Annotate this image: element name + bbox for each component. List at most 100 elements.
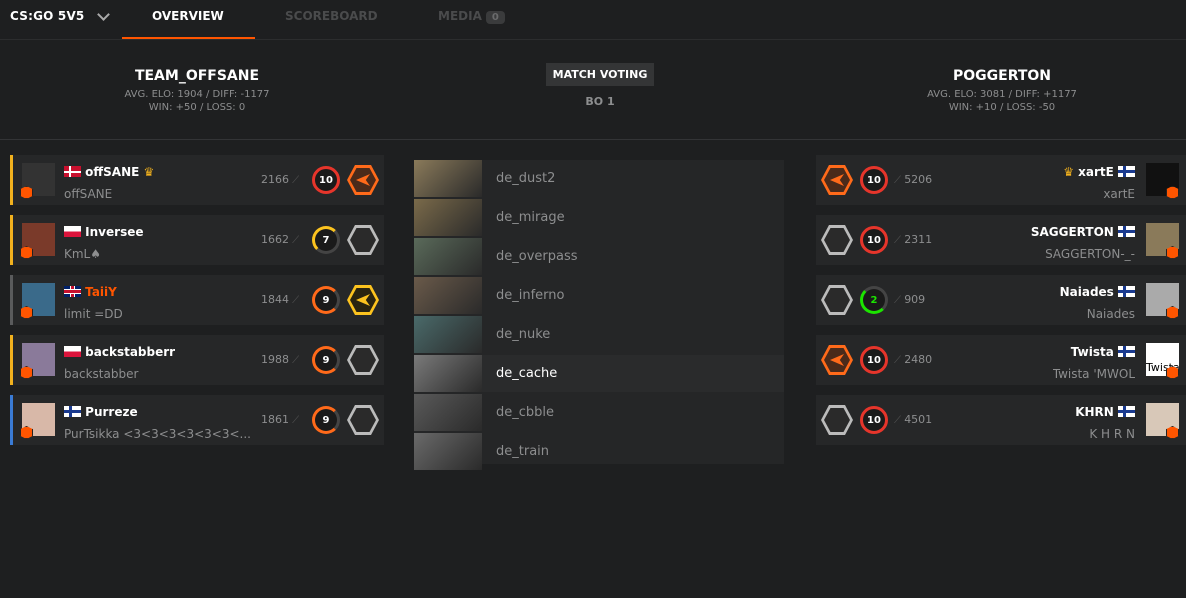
player-card-left[interactable]: Inversee KmL♠ 1662 ⟋ 7 bbox=[10, 215, 384, 265]
trend-icon: ⟋ bbox=[894, 175, 905, 186]
player-elo: ⟋ 4501 bbox=[894, 413, 933, 426]
player-card-right[interactable]: 2 ⟋ 909 Naiades Naiades bbox=[816, 275, 1186, 325]
tab-media[interactable]: MEDIA 0 bbox=[438, 9, 505, 24]
top-nav: CS:GO 5V5 OVERVIEW SCOREBOARD MEDIA 0 bbox=[0, 0, 1186, 40]
player-name: xartE bbox=[1078, 165, 1118, 179]
country-flag-icon bbox=[64, 286, 81, 297]
trend-icon: ⟋ bbox=[289, 295, 300, 306]
rank-hex-icon bbox=[347, 225, 379, 255]
team-color-bar bbox=[10, 335, 13, 385]
map-option-de_train[interactable]: de_train bbox=[414, 433, 784, 470]
player-subname: backstabber bbox=[64, 367, 139, 381]
team-right-header: POGGERTON AVG. ELO: 3081 / DIFF: +1177 W… bbox=[882, 68, 1122, 114]
map-name: de_overpass bbox=[496, 249, 578, 264]
skill-level-icon: 2 bbox=[860, 286, 888, 314]
team-left-elo: AVG. ELO: 1904 / DIFF: -1177 bbox=[124, 89, 270, 100]
player-nickname[interactable]: KHRN bbox=[1075, 405, 1135, 419]
match-voting-label: MATCH VOTING bbox=[545, 63, 655, 86]
player-nickname[interactable]: SAGGERTON bbox=[1031, 225, 1135, 239]
player-subname: SAGGERTON-_- bbox=[1045, 247, 1135, 261]
country-flag-icon bbox=[64, 166, 81, 177]
player-nickname[interactable]: ♛ xartE bbox=[1063, 165, 1135, 179]
tab-scoreboard[interactable]: SCOREBOARD bbox=[285, 9, 378, 23]
player-name: Naiades bbox=[1059, 285, 1118, 299]
player-card-right[interactable]: 10 ⟋ 4501 KHRN K H R N bbox=[816, 395, 1186, 445]
team-left-header: TEAM_OFFSANE AVG. ELO: 1904 / DIFF: -117… bbox=[97, 68, 297, 114]
map-thumbnail bbox=[414, 316, 482, 353]
map-thumbnail bbox=[414, 394, 482, 431]
rank-hex-icon bbox=[821, 345, 853, 375]
player-elo: ⟋ 5206 bbox=[894, 173, 933, 186]
country-flag-icon bbox=[1118, 406, 1135, 417]
rank-hex-icon bbox=[821, 165, 853, 195]
active-tab-indicator bbox=[122, 37, 255, 39]
match-voting: MATCH VOTING BO 1 bbox=[540, 63, 660, 108]
skill-level-icon: 10 bbox=[312, 166, 340, 194]
crown-icon: ♛ bbox=[1063, 165, 1079, 179]
player-subname: Naiades bbox=[1086, 307, 1135, 321]
map-option-de_dust2[interactable]: de_dust2 bbox=[414, 160, 784, 197]
player-card-left[interactable]: backstabberr backstabber 1988 ⟋ 9 bbox=[10, 335, 384, 385]
player-nickname[interactable]: Twista bbox=[1071, 345, 1135, 359]
map-thumbnail bbox=[414, 433, 482, 470]
player-nickname[interactable]: Naiades bbox=[1060, 285, 1135, 299]
skill-level-icon: 9 bbox=[312, 346, 340, 374]
rank-hex-icon bbox=[821, 285, 853, 315]
game-selector[interactable]: CS:GO 5V5 bbox=[10, 7, 110, 23]
map-option-de_inferno[interactable]: de_inferno bbox=[414, 277, 784, 314]
map-option-de_cache[interactable]: de_cache bbox=[414, 355, 784, 392]
player-elo: ⟋ 2311 bbox=[894, 233, 933, 246]
rank-hex-icon bbox=[347, 405, 379, 435]
player-name: backstabberr bbox=[81, 345, 176, 359]
player-card-left[interactable]: TaiiY limit =DD 1844 ⟋ 9 bbox=[10, 275, 384, 325]
map-name: de_nuke bbox=[496, 327, 551, 342]
player-elo: ⟋ 2480 bbox=[894, 353, 933, 366]
player-card-right[interactable]: 10 ⟋ 5206 ♛ xartE xartE bbox=[816, 155, 1186, 205]
map-name: de_cbble bbox=[496, 405, 555, 420]
player-subname: limit =DD bbox=[64, 307, 123, 321]
map-thumbnail bbox=[414, 277, 482, 314]
map-name: de_mirage bbox=[496, 210, 565, 225]
skill-level-icon: 10 bbox=[860, 346, 888, 374]
player-card-right[interactable]: 10 ⟋ 2311 SAGGERTON SAGGERTON-_- bbox=[816, 215, 1186, 265]
map-option-de_cbble[interactable]: de_cbble bbox=[414, 394, 784, 431]
player-nickname[interactable]: TaiiY bbox=[64, 285, 117, 299]
trend-icon: ⟋ bbox=[894, 415, 905, 426]
country-flag-icon bbox=[64, 226, 81, 237]
team-left-winloss: WIN: +50 / LOSS: 0 bbox=[148, 102, 246, 113]
crown-icon: ♛ bbox=[139, 165, 155, 179]
player-subname: K H R N bbox=[1089, 427, 1135, 441]
player-card-right[interactable]: 10 ⟋ 2480 Twista Twista 'MWOL Twista bbox=[816, 335, 1186, 385]
team-left-name[interactable]: TEAM_OFFSANE bbox=[97, 68, 297, 84]
player-subname: Twista 'MWOL bbox=[1052, 367, 1135, 381]
player-card-left[interactable]: Purreze PurTsikka <3<3<3<3<3<3<... 1861 ⟋ 9 bbox=[10, 395, 384, 445]
skill-level-icon: 7 bbox=[312, 226, 340, 254]
trend-icon: ⟋ bbox=[289, 415, 300, 426]
skill-level-icon: 10 bbox=[860, 406, 888, 434]
tab-media-label: MEDIA bbox=[438, 9, 482, 23]
player-nickname[interactable]: Inversee bbox=[64, 225, 143, 239]
map-thumbnail bbox=[414, 238, 482, 275]
map-option-de_overpass[interactable]: de_overpass bbox=[414, 238, 784, 275]
player-name: Inversee bbox=[81, 225, 144, 239]
team-right-name[interactable]: POGGERTON bbox=[882, 68, 1122, 84]
player-nickname[interactable]: Purreze bbox=[64, 405, 138, 419]
rank-hex-icon bbox=[347, 285, 379, 315]
player-elo: ⟋ 909 bbox=[894, 293, 926, 306]
player-name: Purreze bbox=[81, 405, 138, 419]
map-name: de_train bbox=[496, 444, 550, 459]
media-count-badge: 0 bbox=[485, 11, 505, 24]
match-format: BO 1 bbox=[585, 95, 615, 108]
player-name: KHRN bbox=[1075, 405, 1118, 419]
tab-overview[interactable]: OVERVIEW bbox=[152, 9, 224, 23]
map-option-de_mirage[interactable]: de_mirage bbox=[414, 199, 784, 236]
skill-level-icon: 9 bbox=[312, 406, 340, 434]
player-card-left[interactable]: offSANE ♛ offSANE 2166 ⟋ 10 bbox=[10, 155, 384, 205]
country-flag-icon bbox=[1118, 166, 1135, 177]
chevron-down-icon bbox=[96, 7, 110, 21]
map-option-de_nuke[interactable]: de_nuke bbox=[414, 316, 784, 353]
game-title: CS:GO 5V5 bbox=[10, 9, 85, 23]
player-subname: KmL♠ bbox=[64, 247, 102, 261]
player-nickname[interactable]: offSANE ♛ bbox=[64, 165, 154, 179]
player-nickname[interactable]: backstabberr bbox=[64, 345, 175, 359]
